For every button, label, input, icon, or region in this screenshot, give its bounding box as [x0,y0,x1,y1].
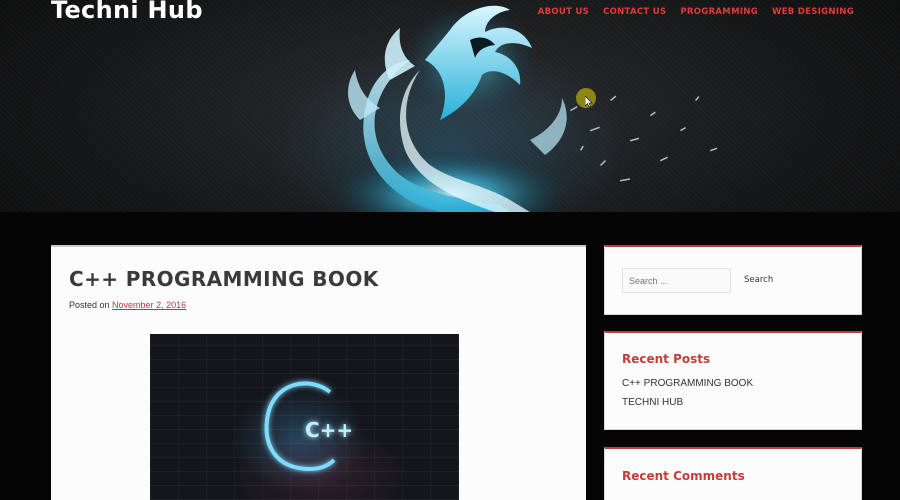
recent-comments-widget: Recent Comments [604,447,862,500]
recent-posts-title: Recent Posts [622,352,711,366]
mouse-cursor-icon [585,96,593,108]
post-card: C++ PROGRAMMING BOOK Posted on November … [51,245,586,500]
search-input[interactable] [622,268,731,293]
posted-on-label: Posted on [69,300,110,310]
cpp-logo-image: C++ [264,381,353,472]
recent-post-link[interactable]: TECHNI HUB [622,397,683,408]
nav-web-designing[interactable]: WEB DESIGNING [772,7,854,17]
search-button[interactable]: Search [744,275,773,285]
main-navigation: ABOUT US CONTACT US PROGRAMMING WEB DESI… [538,7,854,17]
recent-comments-title: Recent Comments [622,469,745,483]
post-title[interactable]: C++ PROGRAMMING BOOK [69,267,379,291]
recent-posts-list: C++ PROGRAMMING BOOK TECHNI HUB [622,378,753,416]
recent-post-link[interactable]: C++ PROGRAMMING BOOK [622,378,753,389]
site-title[interactable]: Techni Hub [51,0,203,24]
list-item: TECHNI HUB [622,397,753,416]
recent-posts-widget: Recent Posts C++ PROGRAMMING BOOK TECHNI… [604,331,862,430]
search-widget: Search [604,245,862,315]
post-date-link[interactable]: November 2, 2016 [112,300,186,310]
cpp-image-text: C++ [305,418,353,442]
site-header: Techni Hub ABOUT US CONTACT US PROGRAMMI… [0,0,900,212]
nav-contact-us[interactable]: CONTACT US [603,7,666,17]
post-featured-image: C++ [150,334,459,500]
dragon-header-image [330,0,718,212]
nav-programming[interactable]: PROGRAMMING [680,7,758,17]
nav-about-us[interactable]: ABOUT US [538,7,589,17]
post-meta: Posted on November 2, 2016 [69,300,186,310]
list-item: C++ PROGRAMMING BOOK [622,378,753,397]
